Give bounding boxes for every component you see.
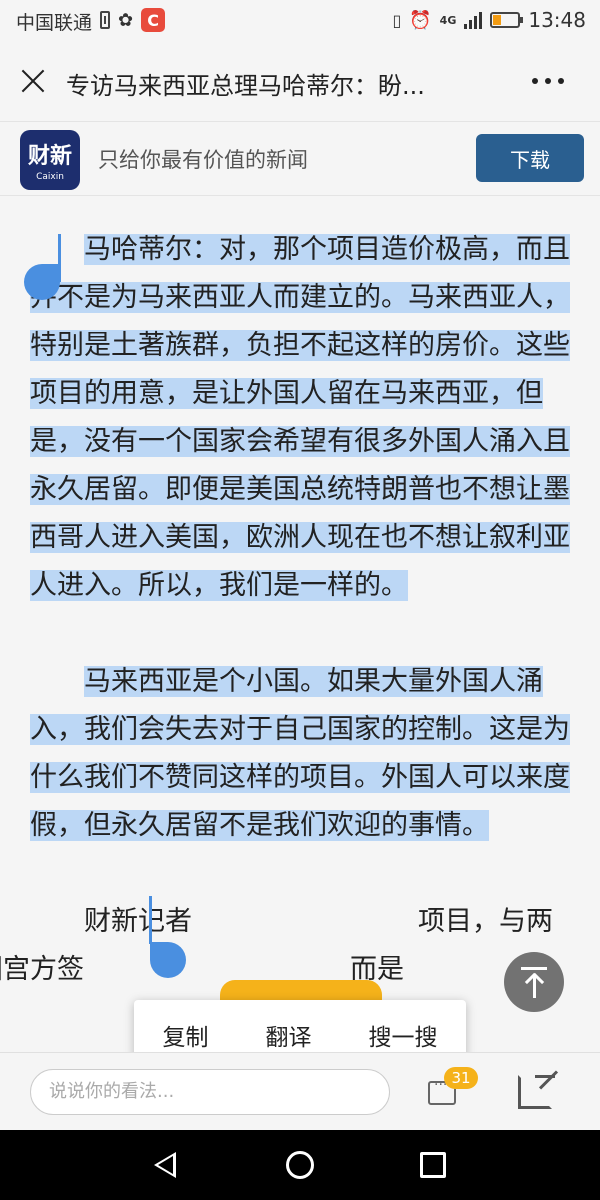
system-icons: ▯ ⏰ 4G 13:48 <box>392 8 586 32</box>
recent-apps-icon[interactable] <box>420 1152 446 1178</box>
page-title: 专访马来西亚总理马哈蒂尔：盼... <box>66 72 425 100</box>
app-badge-icon: C <box>141 8 166 32</box>
alarm-icon: ⏰ <box>409 9 432 31</box>
close-icon[interactable] <box>20 68 46 94</box>
copy-menu-item[interactable]: 复制 <box>163 1018 209 1052</box>
battery-icon <box>490 12 524 28</box>
back-icon[interactable] <box>154 1152 176 1178</box>
vibrate-icon: ▯ <box>392 10 402 30</box>
article-paragraph: 马哈蒂尔：对，那个项目造价极高，而且并不是为马来西亚人而建立的。马来西亚人，特别… <box>30 234 570 601</box>
article-body: 马哈蒂尔：对，那个项目造价极高，而且并不是为马来西亚人而建立的。马来西亚人，特别… <box>0 226 570 1042</box>
more-options-icon[interactable] <box>532 78 564 84</box>
home-icon[interactable] <box>286 1151 314 1179</box>
banner-slogan: 只给你最有价值的新闻 <box>98 148 308 172</box>
app-download-banner: 财新 Caixin 只给你最有价值的新闻 下载 <box>0 122 600 196</box>
selection-end-bar[interactable] <box>149 896 152 944</box>
wechat-icon: ✿ <box>118 9 134 31</box>
translate-menu-item[interactable]: 翻译 <box>266 1018 312 1052</box>
scroll-top-icon <box>521 967 547 970</box>
clock: 13:48 <box>528 8 586 32</box>
download-button[interactable]: 下载 <box>476 134 584 182</box>
scroll-to-top-button[interactable] <box>504 952 564 1012</box>
title-bar: 专访马来西亚总理马哈蒂尔：盼... <box>0 40 600 122</box>
carrier-name: 中国联通 <box>16 12 93 34</box>
caixin-logo: 财新 Caixin <box>20 130 80 190</box>
selection-end-handle[interactable] <box>150 942 186 978</box>
article-paragraph: 马来西亚是个小国。如果大量外国人涌入，我们会失去对于自己国家的控制。这是为什么我… <box>30 666 570 841</box>
comment-input[interactable]: 说说你的看法... <box>30 1069 390 1115</box>
comment-count-badge: 31 <box>444 1067 478 1089</box>
signal-icon <box>464 11 483 29</box>
selection-start-handle[interactable] <box>24 264 60 300</box>
notification-icons: ✿ C <box>100 8 166 32</box>
status-bar: 中国联通 ✿ C ▯ ⏰ 4G 13:48 <box>0 0 600 40</box>
share-icon[interactable] <box>518 1075 555 1109</box>
navigation-bar <box>0 1130 600 1200</box>
search-menu-item[interactable]: 搜一搜 <box>369 1018 438 1052</box>
comment-bar: 说说你的看法... 31 <box>0 1052 600 1130</box>
sim-icon <box>100 11 110 29</box>
network-type: 4G <box>439 13 457 27</box>
